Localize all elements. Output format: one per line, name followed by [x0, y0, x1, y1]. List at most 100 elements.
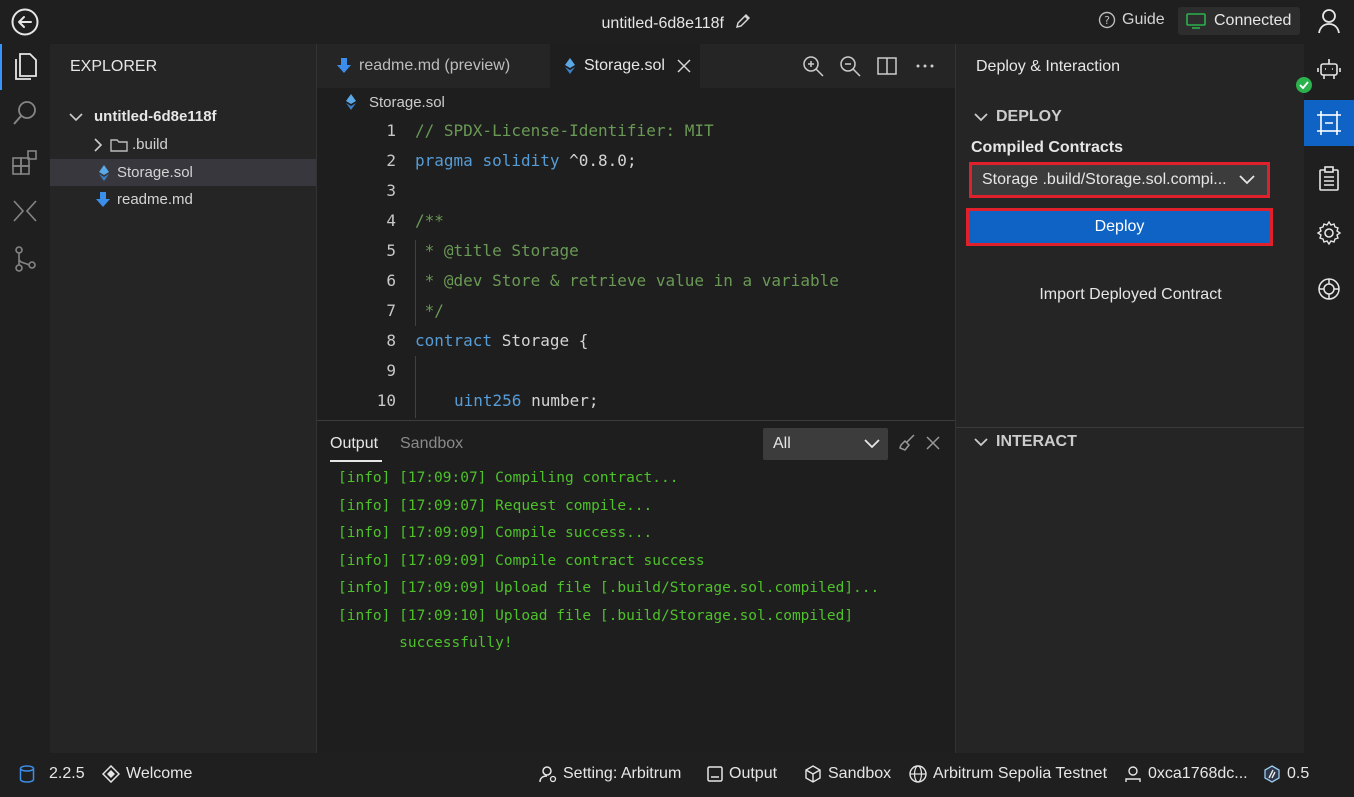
account-button[interactable]: [1314, 6, 1344, 36]
ai-knot-icon: [1318, 278, 1340, 300]
robot-activity[interactable]: [1296, 46, 1354, 93]
tree-item-build-folder[interactable]: .build: [50, 131, 316, 158]
clear-output-button[interactable]: [897, 433, 917, 453]
breadcrumb-item[interactable]: Storage.sol: [369, 94, 445, 111]
output-panel: Output Sandbox All [info] [17:09:07] Com…: [317, 420, 955, 753]
compiled-contract-select[interactable]: Storage .build/Storage.sol.compi...: [969, 162, 1270, 198]
indent-guide: [415, 356, 416, 418]
network-selector[interactable]: Arbitrum Sepolia Testnet: [909, 765, 1107, 783]
compare-activity[interactable]: [0, 188, 50, 234]
deploy-frame-icon: [1317, 111, 1341, 135]
chevron-down-icon: [974, 113, 988, 122]
interact-section-header[interactable]: INTERACT: [974, 433, 1077, 451]
right-activity-bar: [1296, 44, 1354, 753]
welcome-label: Welcome: [126, 765, 193, 782]
deploy-button[interactable]: Deploy: [966, 208, 1273, 246]
compiled-contracts-label: Compiled Contracts: [971, 139, 1124, 156]
extensions-activity[interactable]: [0, 140, 50, 186]
settings-activity[interactable]: [1304, 210, 1354, 256]
output-label: Output: [729, 765, 778, 782]
explorer-title: EXPLORER: [70, 58, 158, 75]
connection-label: Connected: [1214, 12, 1292, 29]
solidity-file-icon: [98, 164, 110, 181]
zoom-in-icon: [803, 56, 824, 77]
split-editor-icon: [877, 57, 897, 75]
network-label: Arbitrum Sepolia Testnet: [933, 765, 1108, 782]
tab-label: Storage.sol: [584, 57, 665, 74]
welcome-button[interactable]: Welcome: [102, 765, 192, 783]
zoom-out-button[interactable]: [838, 54, 862, 78]
close-icon[interactable]: [677, 59, 691, 73]
markdown-file-icon: [96, 191, 110, 208]
deploy-activity[interactable]: [1304, 100, 1354, 146]
panel-tab-label: Sandbox: [400, 435, 464, 452]
tree-item-label: .build: [132, 136, 168, 153]
markdown-file-icon: [337, 58, 351, 74]
files-icon: [15, 53, 37, 80]
globe-icon: [909, 765, 927, 783]
tab-storage-sol[interactable]: Storage.sol: [550, 44, 700, 88]
panel-tab-sandbox[interactable]: Sandbox: [400, 435, 463, 453]
account-label: 0xca1768dc...: [1148, 765, 1248, 782]
zoom-out-icon: [840, 56, 861, 77]
log-line: [info] [17:09:09] Compile success...: [338, 525, 653, 541]
balance-indicator[interactable]: 0.5: [1263, 765, 1309, 783]
code-line: 1// SPDX-License-Identifier: MIT: [386, 121, 714, 140]
import-deployed-contract-link[interactable]: Import Deployed Contract: [956, 286, 1305, 304]
check-badge-icon: [1295, 76, 1313, 98]
title-bar: untitled-6d8e118f ? Guide Connected: [0, 0, 1354, 44]
log-line: [info] [17:09:09] Compile contract succe…: [338, 553, 705, 569]
chevron-down-icon: [68, 112, 84, 122]
more-actions-button[interactable]: [913, 54, 937, 78]
guide-button[interactable]: ? Guide: [1098, 11, 1165, 29]
section-label: DEPLOY: [996, 108, 1062, 125]
panel-tab-label: Output: [330, 435, 379, 452]
compare-icon: [13, 200, 37, 222]
account-selector[interactable]: 0xca1768dc...: [1124, 765, 1248, 783]
user-settings-icon: [539, 766, 557, 783]
panel-tab-output[interactable]: Output: [330, 435, 382, 462]
version-indicator[interactable]: 2.2.5: [19, 765, 85, 783]
cube-icon: [805, 765, 821, 783]
zoom-in-button[interactable]: [801, 54, 825, 78]
source-control-activity[interactable]: [0, 236, 50, 282]
status-bar: 2.2.5 Welcome Setting: Arbitrum Output S…: [0, 753, 1354, 797]
tree-item-readme[interactable]: readme.md: [50, 186, 316, 213]
tree-item-storage-sol[interactable]: Storage.sol: [50, 159, 316, 186]
setting-network-button[interactable]: Setting: Arbitrum: [539, 765, 681, 783]
project-folder-row[interactable]: untitled-6d8e118f: [50, 103, 316, 130]
code-editor[interactable]: 1// SPDX-License-Identifier: MIT 2 pragma…: [317, 116, 955, 418]
code-line: 3: [386, 181, 396, 200]
log-line: [info] [17:09:09] Upload file [.build/St…: [338, 580, 880, 596]
close-panel-button[interactable]: [924, 434, 942, 452]
chevron-right-icon: [90, 137, 106, 152]
tree-item-label: Storage.sol: [117, 164, 193, 181]
welcome-icon: [102, 765, 120, 783]
log-line: [info] [17:09:10] Upload file [.build/St…: [338, 608, 854, 624]
deploy-panel-title: Deploy & Interaction: [976, 58, 1121, 75]
explorer-activity[interactable]: [0, 44, 50, 90]
log-filter-select[interactable]: All: [763, 428, 888, 460]
sandbox-button[interactable]: Sandbox: [804, 765, 891, 783]
split-editor-button[interactable]: [875, 54, 899, 78]
arbitrum-icon: [1264, 765, 1280, 783]
active-tab-underline: [330, 460, 382, 462]
connection-status-button[interactable]: Connected: [1178, 7, 1300, 35]
tab-readme-preview[interactable]: readme.md (preview): [323, 44, 524, 88]
deploy-button-label: Deploy: [1094, 218, 1145, 235]
search-activity[interactable]: [0, 90, 50, 136]
output-toggle-button[interactable]: Output: [707, 765, 777, 783]
selected-contract: Storage .build/Storage.sol.compi...: [982, 171, 1227, 188]
code-line: 8 contract Storage {: [386, 331, 589, 350]
clipboard-activity[interactable]: [1304, 156, 1354, 202]
indent-guide: [415, 240, 416, 326]
deploy-section-header[interactable]: DEPLOY: [974, 108, 1062, 126]
ellipsis-icon: [916, 64, 934, 68]
setting-label: Setting: Arbitrum: [563, 765, 682, 782]
edit-pencil-icon[interactable]: [734, 12, 752, 35]
code-line: 6 * @dev Store & retrieve value in a var…: [386, 271, 839, 290]
deploy-panel: Deploy & Interaction DEPLOY Compiled Con…: [955, 44, 1305, 753]
solidity-file-icon: [345, 94, 357, 110]
ai-assistant-activity[interactable]: [1304, 266, 1354, 312]
extensions-icon: [12, 150, 37, 175]
